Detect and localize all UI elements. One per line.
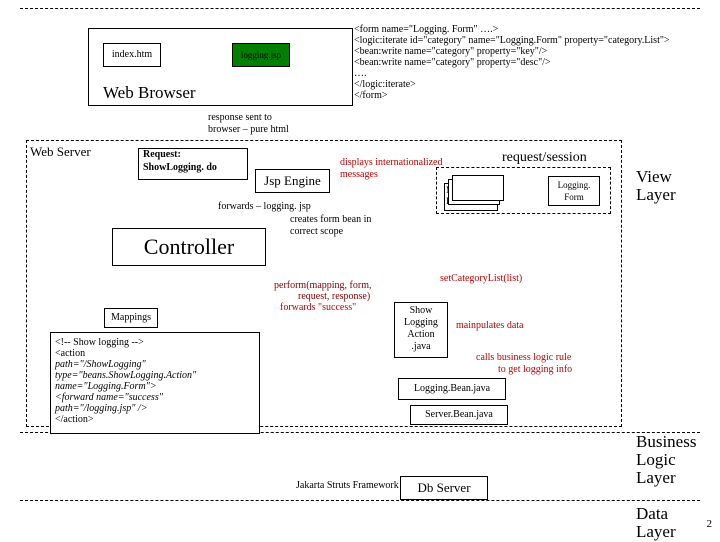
- logic: Logic: [636, 450, 676, 470]
- perf3: forwards "success": [280, 302, 356, 313]
- manip: mainpulates data: [456, 320, 523, 331]
- creates1: creates form bean in: [290, 214, 371, 225]
- mappings: Mappings: [104, 308, 158, 328]
- resp1: response sent to: [208, 112, 272, 123]
- page-num: 2: [707, 518, 713, 530]
- request-box: Request: ShowLogging. do: [138, 148, 248, 180]
- perf2: request, response): [298, 291, 370, 302]
- jsp-engine: Jsp Engine: [255, 169, 330, 193]
- footer: Jakarta Struts Framework: [296, 480, 399, 491]
- int1: displays internationalized: [340, 157, 442, 168]
- index-label: index.htm: [112, 49, 152, 60]
- show-action: Show Logging Action .java: [394, 302, 448, 358]
- int2: messages: [340, 169, 378, 180]
- resp2: browser – pure html: [208, 124, 289, 135]
- setcat: setCategoryList(list): [440, 273, 522, 284]
- webserver-label: Web Server: [30, 144, 91, 160]
- browser-label: Web Browser: [103, 83, 196, 103]
- form-code: <form name="Logging. Form" ….> <logic:it…: [354, 24, 670, 101]
- forwards: forwards – logging. jsp: [218, 201, 311, 212]
- data: Data: [636, 504, 668, 524]
- view: View: [636, 167, 672, 187]
- calls2: to get logging info: [498, 364, 572, 375]
- controller: Controller: [112, 228, 266, 266]
- calls1: calls business logic rule: [476, 352, 571, 363]
- layer1: Layer: [636, 185, 676, 205]
- creates2: correct scope: [290, 226, 343, 237]
- index-file: index.htm: [103, 43, 161, 67]
- reqsession: request/session: [502, 150, 587, 166]
- logging-jsp: logging.jsp: [232, 43, 290, 67]
- action-code: <!-- Show logging --> <action path="/Sho…: [50, 332, 260, 434]
- logform-box: Logging.Form: [548, 176, 600, 206]
- browser-box: index.htm logging.jsp Web Browser: [88, 28, 353, 106]
- logging-label: logging.jsp: [241, 50, 281, 60]
- servbean: Server.Bean.java: [410, 405, 508, 425]
- db-server: Db Server: [400, 476, 488, 500]
- layer3: Layer: [636, 522, 676, 542]
- perf1: perform(mapping, form,: [274, 280, 371, 291]
- logbean: Logging.Bean.java: [398, 378, 506, 400]
- biz: Business: [636, 432, 696, 452]
- layer2: Layer: [636, 468, 676, 488]
